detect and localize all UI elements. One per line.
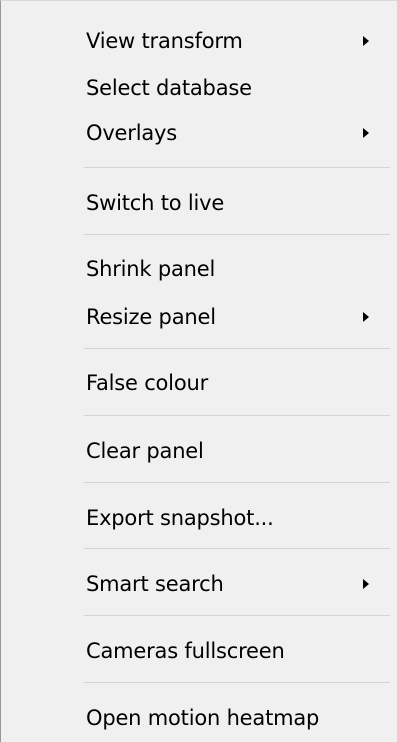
submenu-arrow-icon [363,128,369,138]
menu-item-label: Export snapshot... [86,506,274,530]
menu-item-label: Smart search [86,572,224,596]
menu-item-overlays[interactable]: Overlays [1,113,397,153]
menu-separator [84,167,390,168]
menu-item-cameras-fullscreen[interactable]: Cameras fullscreen [1,631,397,671]
menu-item-label: Switch to live [86,191,225,215]
menu-item-label: False colour [86,371,209,395]
menu-separator [84,548,390,549]
menu-separator [84,234,390,235]
menu-item-smart-search[interactable]: Smart search [1,564,397,604]
menu-item-label: Clear panel [86,439,204,463]
menu-item-select-database[interactable]: Select database [1,68,397,108]
menu-item-view-transform[interactable]: View transform [1,21,397,61]
menu-item-switch-to-live[interactable]: Switch to live [1,183,397,223]
submenu-arrow-icon [363,312,369,322]
menu-item-label: View transform [86,29,243,53]
menu-item-open-motion-heatmap[interactable]: Open motion heatmap [1,698,397,738]
menu-item-resize-panel[interactable]: Resize panel [1,297,397,337]
menu-item-clear-panel[interactable]: Clear panel [1,431,397,471]
menu-item-label: Shrink panel [86,257,216,281]
menu-item-label: Resize panel [86,305,216,329]
submenu-arrow-icon [363,36,369,46]
menu-item-shrink-panel[interactable]: Shrink panel [1,249,397,289]
submenu-arrow-icon [363,579,369,589]
menu-separator [84,415,390,416]
menu-item-label: Open motion heatmap [86,706,320,730]
menu-separator [84,682,390,683]
menu-item-label: Select database [86,76,252,100]
context-menu: View transform Select database Overlays … [0,0,397,742]
menu-separator [84,348,390,349]
menu-item-label: Cameras fullscreen [86,639,285,663]
menu-item-false-colour[interactable]: False colour [1,363,397,403]
menu-separator [84,615,390,616]
menu-item-label: Overlays [86,121,177,145]
menu-item-export-snapshot[interactable]: Export snapshot... [1,498,397,538]
menu-separator [84,482,390,483]
